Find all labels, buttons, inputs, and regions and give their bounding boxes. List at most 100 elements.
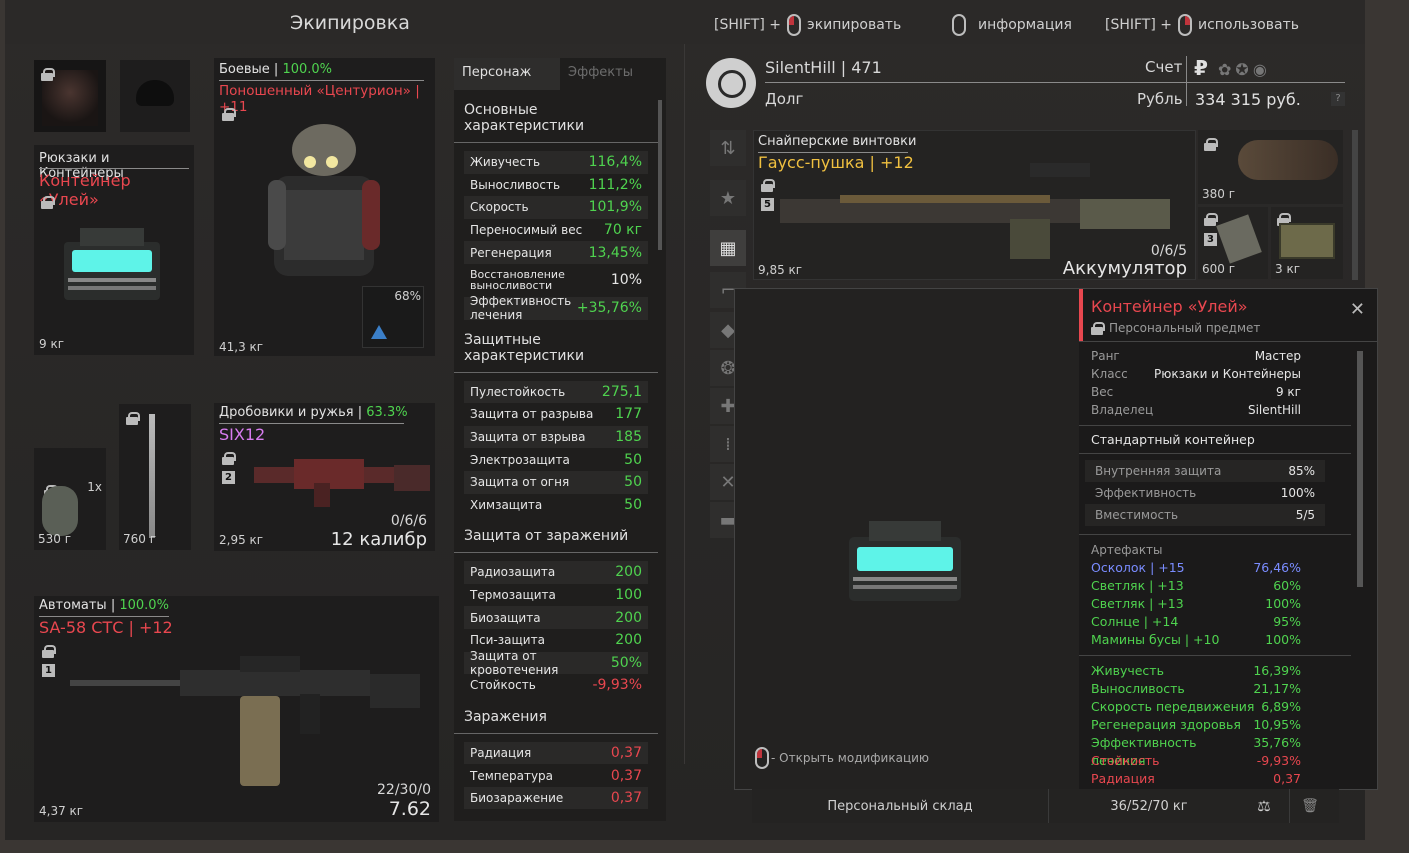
- grid-tab-icon[interactable]: ▦: [710, 230, 746, 266]
- stash-capacity: 36/52/70 кг: [1110, 798, 1188, 814]
- backpack-slot[interactable]: Рюкзаки и Контейнеры Контейнер «Улей» 9 …: [34, 145, 194, 355]
- artifact-value: 76,46%: [1253, 560, 1301, 575]
- mouse-left-icon: [787, 14, 802, 36]
- container-stat-value: 85%: [1288, 464, 1315, 478]
- secondary-ammo: 0/6/6: [390, 513, 427, 529]
- stat-value: 200: [615, 632, 642, 649]
- popup-scrollbar[interactable]: [1357, 351, 1363, 587]
- popup-subtitle-label: Персональный предмет: [1109, 321, 1261, 335]
- stash-item-medkit[interactable]: 3 600 г: [1198, 207, 1268, 279]
- stat-value: 0,37: [610, 744, 642, 761]
- modification-hint[interactable]: - Открыть модификацию: [755, 747, 929, 769]
- popup-info-panel: Контейнер «Улей» Персональный предмет ✕ …: [1079, 289, 1377, 789]
- stats-scrollbar[interactable]: [658, 100, 662, 250]
- favorites-tab-icon[interactable]: ★: [710, 180, 746, 216]
- stash-item-ammo-type: Аккумулятор: [1062, 258, 1187, 279]
- lock-icon: [41, 68, 55, 81]
- artifact-value: 95%: [1273, 614, 1301, 629]
- grenade-count: 1x: [87, 480, 102, 494]
- stash-item-ammo: 0/6/5: [1150, 243, 1187, 259]
- debt-label: Долг: [765, 90, 804, 108]
- divider: [219, 80, 424, 81]
- sort-button[interactable]: ⇅: [710, 130, 746, 166]
- divider: [39, 168, 189, 169]
- stash-item-category: Снайперские винтовки: [758, 134, 917, 149]
- stat-label: Регенерация: [470, 245, 552, 260]
- effect-row: Выносливость 21,17%: [1079, 680, 1351, 698]
- secondary-weapon-slot[interactable]: Дробовики и ружья | 63.3% SIX12 2 0/6/6 …: [214, 403, 435, 551]
- tab-character[interactable]: Персонаж: [454, 58, 560, 90]
- stats-tabs: Персонаж Эффекты: [454, 58, 666, 90]
- grenade-slot[interactable]: 1x 530 г: [34, 448, 106, 550]
- lock-icon: [222, 108, 236, 121]
- effect-name: Эффективность лечения: [1091, 735, 1197, 768]
- melee-slot[interactable]: 760 г: [119, 404, 191, 550]
- stat-row: Пулестойкость 275,1: [464, 380, 648, 404]
- rifle-item-image: [70, 656, 420, 786]
- stash-scrollbar[interactable]: [1352, 130, 1358, 280]
- stat-label: Выносливость: [470, 177, 561, 192]
- effect-value: -9,93%: [1256, 753, 1301, 768]
- property-value: Мастер: [1254, 349, 1301, 363]
- secondary-name: SIX12: [219, 425, 266, 444]
- faction-emblem-icon: [706, 58, 756, 108]
- secondary-weight: 2,95 кг: [219, 533, 264, 547]
- close-icon[interactable]: ✕: [1350, 299, 1365, 320]
- armor-artifact-slot[interactable]: 68%: [362, 286, 424, 348]
- armor-slot[interactable]: Боевые | 100.0% Поношенный «Центурион» |…: [214, 58, 435, 356]
- currency-icons[interactable]: ✿✪◉: [1218, 60, 1271, 79]
- divider: [765, 82, 1345, 83]
- tab-effects[interactable]: Эффекты: [560, 58, 666, 90]
- stat-label: Защита от кровотечения: [470, 648, 559, 677]
- hint-label: информация: [978, 17, 1072, 33]
- mask-slot[interactable]: [34, 60, 106, 132]
- rarity-bar: [1079, 289, 1083, 341]
- help-icon[interactable]: ?: [1331, 92, 1345, 106]
- trash-icon[interactable]: 🗑: [1290, 798, 1330, 814]
- container-type: Стандартный контейнер: [1091, 432, 1255, 447]
- stat-label: Электрозащита: [470, 452, 570, 467]
- divider: [1079, 341, 1377, 342]
- stats-body: Основные характеристики Живучесть 116,4% Вы…: [454, 90, 666, 810]
- stat-label: Биозаражение: [470, 791, 564, 806]
- secondary-category: Дробовики и ружья | 63.3%: [219, 405, 408, 420]
- stash-item-weight: 9,85 кг: [758, 263, 803, 277]
- stat-value: 100: [615, 587, 642, 604]
- device-item-image: [1279, 223, 1335, 259]
- slot-number: 5: [761, 198, 774, 211]
- stash-item-device[interactable]: 3 кг: [1271, 207, 1343, 279]
- melee-weight: 760 г: [123, 532, 157, 546]
- artifact-value: 100%: [1265, 596, 1301, 611]
- helmet-slot[interactable]: [120, 60, 190, 132]
- container-stat-label: Вместимость: [1095, 508, 1179, 522]
- property-row: Класс Рюкзаки и Контейнеры: [1079, 365, 1351, 383]
- stat-row: Электрозащита 50: [464, 448, 648, 471]
- secondary-caliber: 12 калибр: [330, 529, 427, 550]
- stat-label: Радиация: [470, 745, 532, 760]
- armor-weight: 41,3 кг: [219, 340, 264, 354]
- popup-body: Ранг Мастер Класс Рюкзаки и Контейнеры Вес 9 …: [1079, 347, 1351, 788]
- stash-item-gauss[interactable]: Снайперские винтовки Гаусс-пушка | +12 5…: [753, 130, 1196, 280]
- stat-label: Пулестойкость: [470, 384, 566, 399]
- stats-section-rows: Радиация 0,37 Температура 0,37 Биозаражение 0…: [454, 741, 666, 810]
- hint-label: использовать: [1198, 17, 1299, 33]
- stats-section-rows: Радиозащита 200 Термозащита 100 Биозащита 200…: [454, 561, 666, 697]
- backpack-name: Контейнер «Улей»: [39, 171, 131, 209]
- stat-row: Переносимый вес 70 кг: [464, 219, 648, 242]
- stat-label: Переносимый вес: [470, 223, 583, 238]
- item-count: 3: [1204, 233, 1217, 246]
- stats-section-title: Заражения: [454, 697, 658, 734]
- artifacts-title: Артефакты: [1091, 543, 1163, 557]
- stash-item-skull[interactable]: 380 г: [1198, 130, 1343, 204]
- effect-row: Живучесть 16,39%: [1079, 662, 1351, 680]
- primary-name: SA-58 СТС | +12: [39, 618, 173, 637]
- lock-icon: [1204, 213, 1218, 226]
- ruble-icon[interactable]: ₽: [1194, 56, 1208, 80]
- divider: [1186, 56, 1187, 106]
- stat-value: 111,2%: [588, 176, 642, 193]
- shotgun-item-image: [254, 459, 430, 507]
- primary-weapon-slot[interactable]: Автоматы | 100.0% SA-58 СТС | +12 1 22/3…: [34, 596, 439, 822]
- popup-container-image: [849, 521, 961, 601]
- stat-label: Живучесть: [470, 155, 541, 170]
- helmet-item-image: [136, 80, 174, 106]
